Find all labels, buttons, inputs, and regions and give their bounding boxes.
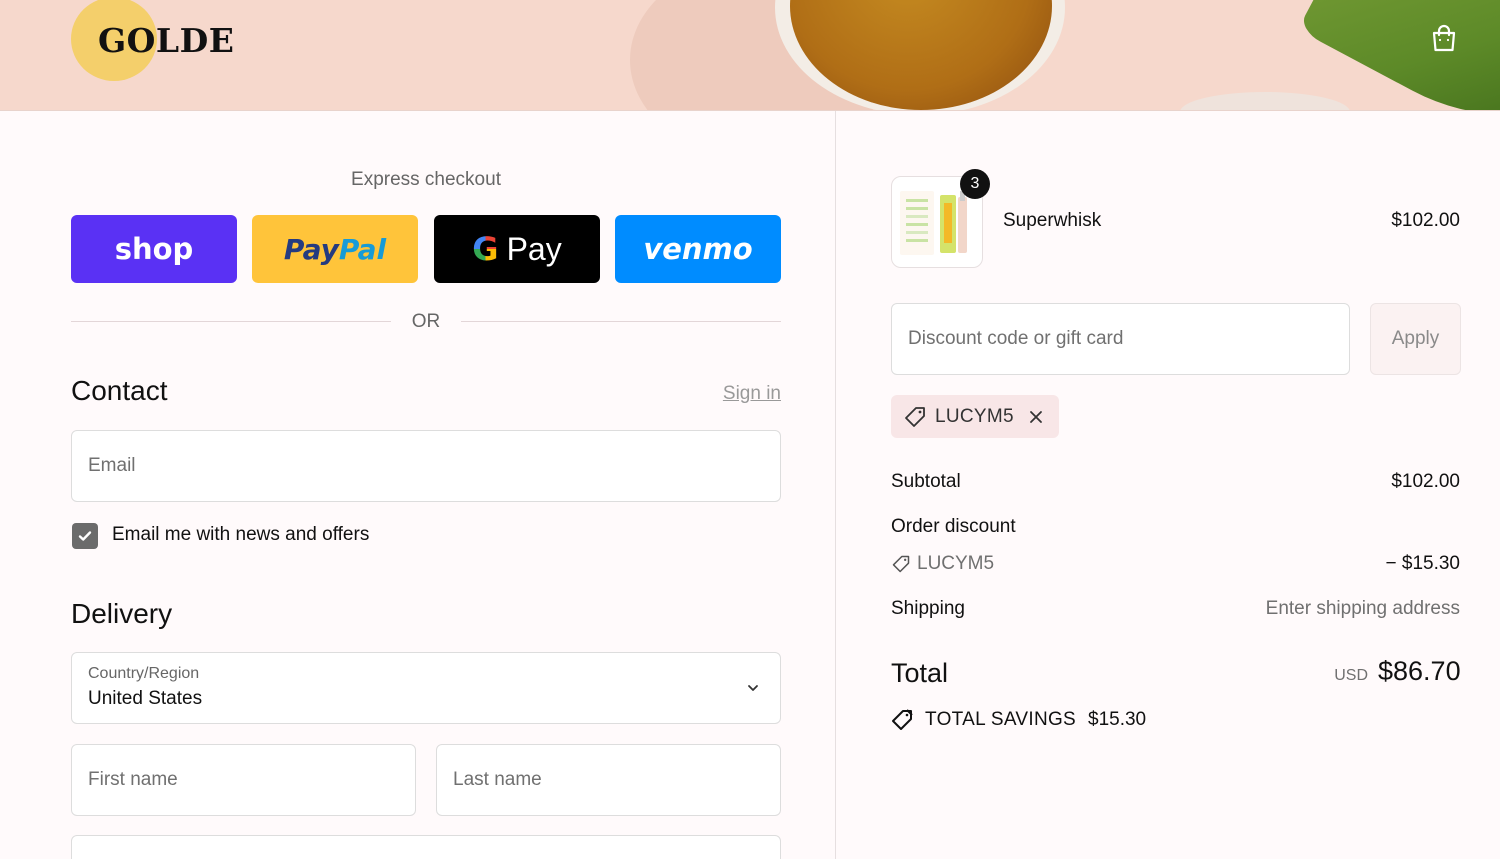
total-savings: TOTAL SAVINGS $15.30 xyxy=(891,708,1146,732)
product-price: $102.00 xyxy=(1391,210,1460,231)
email-input[interactable] xyxy=(72,431,780,501)
newsletter-label: Email me with news and offers xyxy=(112,524,370,545)
total-value: $86.70 xyxy=(1378,656,1461,686)
applied-code-label: LUCYM5 xyxy=(935,405,1014,427)
quantity-badge: 3 xyxy=(960,169,990,199)
applied-discount-chip: LUCYM5 xyxy=(891,395,1059,438)
country-label: Country/Region xyxy=(88,665,200,682)
or-divider-text: OR xyxy=(411,311,441,332)
first-name-input[interactable] xyxy=(72,745,415,815)
discount-code-row: LUCYM5 xyxy=(891,553,994,575)
newsletter-checkbox[interactable] xyxy=(72,523,98,549)
venmo-button[interactable]: venmo xyxy=(615,215,781,283)
product-name: Superwhisk xyxy=(1003,210,1102,231)
tag-icon xyxy=(892,555,910,573)
total-currency: USD xyxy=(1334,667,1368,684)
or-divider-left xyxy=(71,321,391,322)
country-value: United States xyxy=(88,688,203,709)
column-divider xyxy=(835,111,836,859)
delivery-heading: Delivery xyxy=(71,598,173,629)
first-name-field[interactable] xyxy=(71,744,416,816)
google-pay-label: Pay xyxy=(506,230,562,267)
shipping-label: Shipping xyxy=(891,598,965,619)
savings-label: TOTAL SAVINGS xyxy=(925,709,1077,730)
last-name-input[interactable] xyxy=(437,745,780,815)
chevron-down-icon xyxy=(748,685,758,691)
express-checkout-title: Express checkout xyxy=(351,169,501,190)
order-discount-label: Order discount xyxy=(891,516,1016,537)
email-field[interactable] xyxy=(71,430,781,502)
paypal-label-pal: Pal xyxy=(338,232,387,266)
address-field[interactable] xyxy=(71,835,781,859)
subtotal-label: Subtotal xyxy=(891,471,961,492)
google-pay-button[interactable]: G Pay xyxy=(434,215,600,283)
tag-icon xyxy=(905,406,925,427)
shop-pay-label: shop xyxy=(114,232,194,266)
country-select[interactable]: Country/Region United States xyxy=(71,652,781,724)
paypal-button[interactable]: Pay Pal xyxy=(252,215,418,283)
shop-pay-button[interactable]: shop xyxy=(71,215,237,283)
total-label: Total xyxy=(891,658,949,688)
discount-code-field[interactable] xyxy=(891,303,1350,375)
discount-code-name: LUCYM5 xyxy=(917,553,995,574)
remove-discount-icon[interactable] xyxy=(1028,409,1044,425)
paypal-label-pay: Pay xyxy=(283,232,339,266)
contact-heading: Contact xyxy=(71,375,168,406)
shopping-bag-icon[interactable] xyxy=(1428,22,1460,54)
or-divider-right xyxy=(461,321,781,322)
discount-code-input[interactable] xyxy=(892,304,1349,374)
savings-tag-icon xyxy=(892,709,913,730)
brand-logo[interactable]: GOLDE xyxy=(98,21,234,60)
leaf-image xyxy=(1297,0,1500,110)
google-g-icon: G xyxy=(472,230,499,268)
savings-value: $15.30 xyxy=(1088,709,1147,730)
sign-in-link[interactable]: Sign in xyxy=(650,383,781,405)
checkmark-icon xyxy=(78,531,92,541)
discount-amount: − $15.30 xyxy=(1385,553,1461,574)
shipping-value: Enter shipping address xyxy=(1265,598,1460,619)
apply-discount-button[interactable]: Apply xyxy=(1370,303,1461,375)
header-banner: GOLDE xyxy=(0,0,1500,111)
venmo-label: venmo xyxy=(643,232,753,266)
subtotal-value: $102.00 xyxy=(1391,471,1460,492)
last-name-field[interactable] xyxy=(436,744,781,816)
spoon-image xyxy=(1180,92,1350,110)
